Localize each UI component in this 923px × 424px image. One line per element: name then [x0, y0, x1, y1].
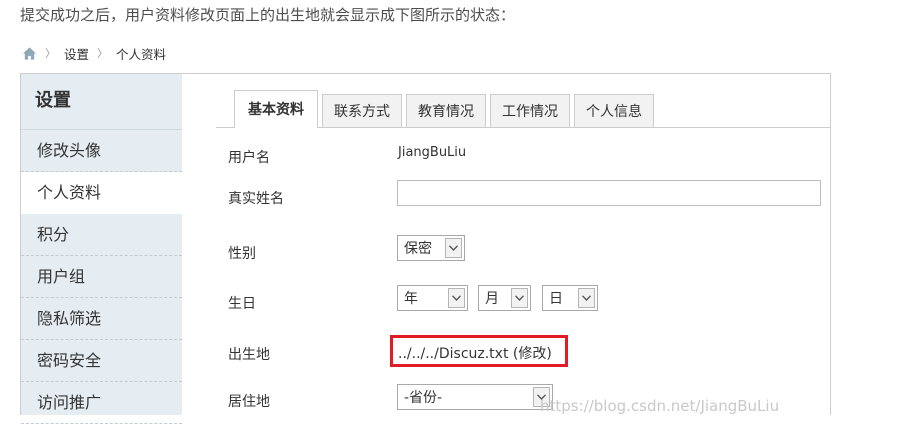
- profile-tabs: 基本资料 联系方式 教育情况 工作情况 个人信息: [234, 90, 658, 128]
- tab-basic-info[interactable]: 基本资料: [234, 90, 318, 128]
- sidebar-item-password[interactable]: 密码安全: [21, 340, 182, 382]
- gender-label: 性别: [228, 246, 256, 262]
- birthplace-value-group: ../../../Discuz.txt (修改): [398, 343, 552, 363]
- birth-month-value: 月: [485, 291, 499, 307]
- breadcrumb-settings-link[interactable]: 设置: [64, 44, 89, 63]
- tab-personal-info[interactable]: 个人信息: [574, 94, 654, 128]
- chevron-down-icon: [511, 288, 528, 308]
- realname-label: 真实姓名: [228, 191, 284, 207]
- birthplace-label: 出生地: [228, 347, 270, 363]
- chevron-down-icon: [445, 238, 462, 258]
- gender-selected-value: 保密: [404, 241, 432, 257]
- sidebar-item-credits[interactable]: 积分: [21, 214, 182, 256]
- settings-sidebar: 设置 修改头像 个人资料 积分 用户组 隐私筛选 密码安全 访问推广: [21, 74, 183, 424]
- sidebar-item-promotion[interactable]: 访问推广: [21, 382, 182, 424]
- birth-day-select[interactable]: 日: [542, 285, 598, 311]
- sidebar-item-avatar[interactable]: 修改头像: [21, 130, 182, 172]
- birth-year-select[interactable]: 年: [397, 285, 468, 311]
- residence-province-select[interactable]: -省份-: [397, 384, 553, 410]
- sidebar-title: 设置: [21, 74, 182, 130]
- intro-text: 提交成功之后，用户资料修改页面上的出生地就会显示成下图所示的状态：: [20, 6, 516, 24]
- breadcrumb-separator: 〉: [97, 47, 109, 60]
- realname-input[interactable]: [397, 180, 821, 206]
- residence-province-value: -省份-: [404, 390, 443, 406]
- breadcrumb: 〉 设置 〉 个人资料: [22, 43, 166, 63]
- residence-label: 居住地: [228, 394, 270, 410]
- breadcrumb-profile-link[interactable]: 个人资料: [116, 44, 166, 63]
- chevron-down-icon: [448, 288, 465, 308]
- gender-select[interactable]: 保密: [397, 235, 465, 261]
- birthday-label: 生日: [228, 296, 256, 312]
- breadcrumb-separator: 〉: [45, 47, 56, 60]
- watermark: https://blog.csdn.net/JiangBuLiu: [540, 397, 780, 415]
- sidebar-item-profile[interactable]: 个人资料: [21, 172, 183, 214]
- birth-day-value: 日: [549, 291, 563, 307]
- sidebar-item-privacy[interactable]: 隐私筛选: [21, 298, 182, 340]
- sidebar-item-usergroup[interactable]: 用户组: [21, 256, 182, 298]
- chevron-down-icon: [578, 288, 595, 308]
- birthplace-edit-link[interactable]: (修改): [513, 346, 552, 362]
- birthplace-value: ../../../Discuz.txt: [398, 346, 509, 362]
- tab-education[interactable]: 教育情况: [406, 94, 486, 128]
- home-icon[interactable]: [22, 46, 37, 61]
- tab-contact[interactable]: 联系方式: [322, 94, 402, 128]
- username-label: 用户名: [228, 150, 270, 166]
- username-value: JiangBuLiu: [398, 145, 467, 160]
- birth-month-select[interactable]: 月: [478, 285, 531, 311]
- birth-year-value: 年: [404, 291, 418, 307]
- tab-work[interactable]: 工作情况: [490, 94, 570, 128]
